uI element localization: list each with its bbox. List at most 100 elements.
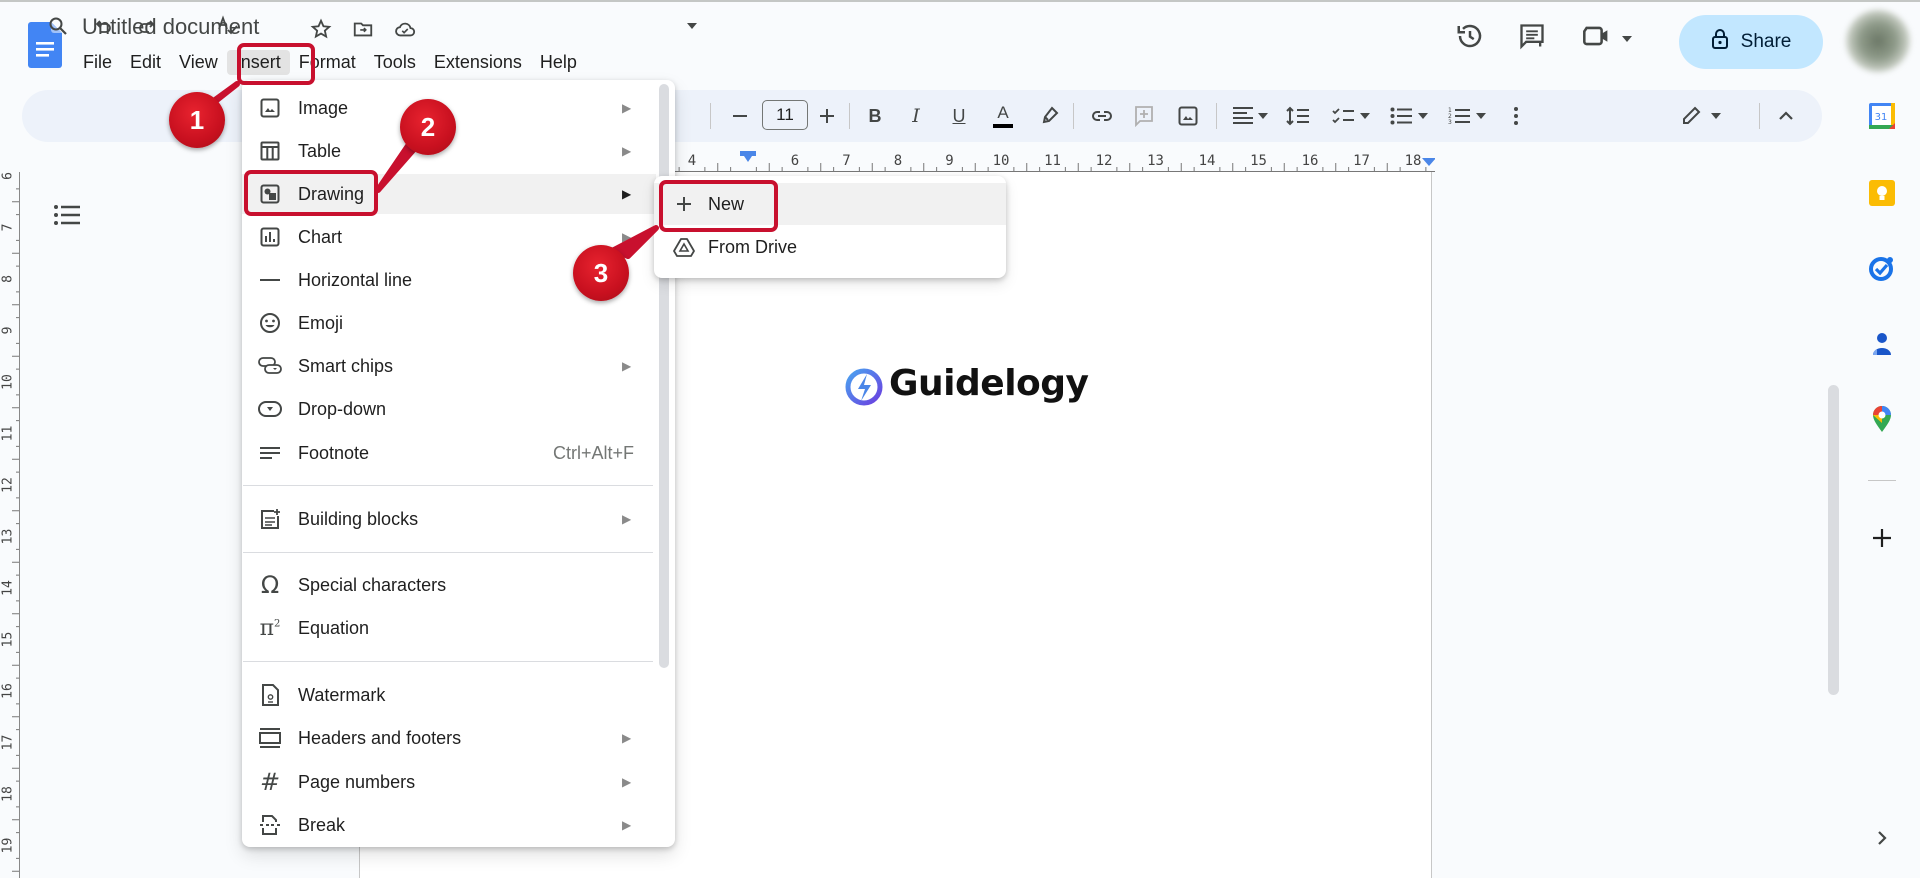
align-button[interactable] [1228,90,1272,142]
menu-tools[interactable]: Tools [365,50,425,75]
text-color-swatch [993,123,1013,128]
search-menus-button[interactable] [44,0,72,52]
submenu-arrow-icon: ▶ [622,775,632,789]
add-comment-button[interactable] [1130,90,1158,142]
annotation-step-1: 1 [169,92,225,148]
redo-button[interactable] [132,0,160,52]
maps-app-button[interactable] [1868,405,1896,435]
underline-button[interactable]: U [946,90,972,142]
checklist-button[interactable] [1328,90,1374,142]
hide-menus-button[interactable] [1772,90,1800,142]
ruler-label: 15 [1250,153,1267,169]
menu-item-building-blocks[interactable]: Building blocks ▶ [242,499,656,539]
increase-font-size-button[interactable] [815,90,839,142]
italic-button[interactable]: I [903,90,929,142]
bold-button[interactable]: B [862,90,888,142]
ruler-label: 11 [1044,153,1061,169]
spelling-button[interactable] [214,0,242,52]
building-blocks-icon [256,505,284,533]
chevron-down-icon [1257,113,1268,119]
more-options-button[interactable] [1506,90,1526,142]
tasks-icon [1869,255,1895,286]
document-outline-button[interactable] [54,205,80,230]
menu-view[interactable]: View [170,50,227,75]
get-addons-button[interactable] [1868,526,1896,554]
meet-button[interactable] [1574,18,1640,58]
menu-item-smart-chips[interactable]: Smart chips ▶ [242,346,656,386]
menu-item-label: Building blocks [298,508,419,529]
window-top-border [0,0,1920,2]
share-button[interactable]: Share [1679,15,1823,69]
toolbar-divider [1216,103,1217,129]
page-scrollbar[interactable] [1828,385,1839,695]
omega-icon: Ω [260,571,280,599]
menu-item-label: Equation [298,617,370,638]
keep-app-button[interactable] [1868,179,1896,211]
bulleted-list-button[interactable] [1386,90,1432,142]
cloud-saved-icon[interactable] [394,18,416,40]
highlight-color-button[interactable] [1036,90,1062,142]
menu-item-special-characters[interactable]: Ω Special characters [242,565,656,605]
account-avatar[interactable] [1846,10,1910,72]
submenu-arrow-icon: ▶ [622,144,632,158]
right-indent-marker[interactable] [1422,158,1435,166]
version-history-button[interactable] [1450,18,1490,58]
annotation-step-3: 3 [573,245,629,301]
ruler-label: 16 [1,683,16,699]
menu-item-emoji[interactable]: Emoji [242,303,656,343]
numbered-list-button[interactable]: 123 [1444,90,1490,142]
add-comment-icon [1134,105,1154,127]
show-side-panel-button[interactable] [1868,826,1896,854]
font-size-input[interactable]: 11 [762,100,808,130]
star-icon[interactable] [310,18,332,40]
menu-extensions[interactable]: Extensions [425,50,531,75]
insert-link-button[interactable] [1088,90,1116,142]
editing-mode-button[interactable] [1676,90,1726,142]
menu-item-headers-and-footers[interactable]: Headers and footers ▶ [242,718,656,758]
submenu-arrow-icon: ▶ [622,818,632,832]
menu-help[interactable]: Help [531,50,586,75]
chevron-down-icon [1711,113,1721,119]
move-folder-icon[interactable] [352,18,374,40]
spellcheck-icon [217,15,239,37]
menu-item-footnote[interactable]: Footnote Ctrl+Alt+F [242,433,656,473]
chevron-right-icon [1877,830,1887,850]
submenu-item-from-drive[interactable]: From Drive [654,226,1006,268]
tasks-app-button[interactable] [1868,256,1896,284]
menu-item-label: Image [298,97,349,118]
insert-image-button[interactable] [1174,90,1202,142]
chevron-down-icon [1418,113,1428,119]
pi-icon: π2 [259,615,281,641]
style-dropdown-button[interactable] [682,0,702,52]
decrease-font-size-button[interactable] [728,90,752,142]
bulleted-list-icon [1390,107,1412,125]
text-color-button[interactable]: A [990,90,1016,142]
ruler-label: 4 [688,153,696,169]
menu-item-watermark[interactable]: Watermark [242,675,656,715]
menu-item-page-numbers[interactable]: # Page numbers ▶ [242,762,656,802]
menu-edit[interactable]: Edit [121,50,170,75]
comments-button[interactable] [1512,18,1552,58]
contacts-app-button[interactable] [1868,332,1896,360]
calendar-app-button[interactable]: 31 [1868,102,1896,132]
menu-item-label: Watermark [298,684,386,705]
checklist-icon [1332,107,1354,125]
menu-item-break[interactable]: Break ▶ [242,805,656,845]
vertical-ruler[interactable]: 6 7 8 9 10 11 12 13 14 15 16 17 18 19 [0,172,20,878]
menu-item-drop-down[interactable]: Drop-down [242,389,656,429]
menu-file[interactable]: File [74,50,121,75]
line-spacing-button[interactable] [1282,90,1312,142]
chart-icon [256,223,284,251]
ruler-label: 14 [1199,153,1216,169]
watermark-icon [256,681,284,709]
menu-item-equation[interactable]: π2 Equation [242,608,656,648]
image-icon [1178,106,1198,126]
keep-icon [1869,179,1895,211]
bold-icon: B [868,105,882,126]
side-panel-divider [1868,480,1896,481]
insert-menu-scrollbar[interactable] [659,84,669,668]
undo-button[interactable] [90,0,118,52]
submenu-arrow-icon: ▶ [622,187,632,201]
chevron-down-icon [1622,29,1632,47]
list-icon [54,205,80,229]
